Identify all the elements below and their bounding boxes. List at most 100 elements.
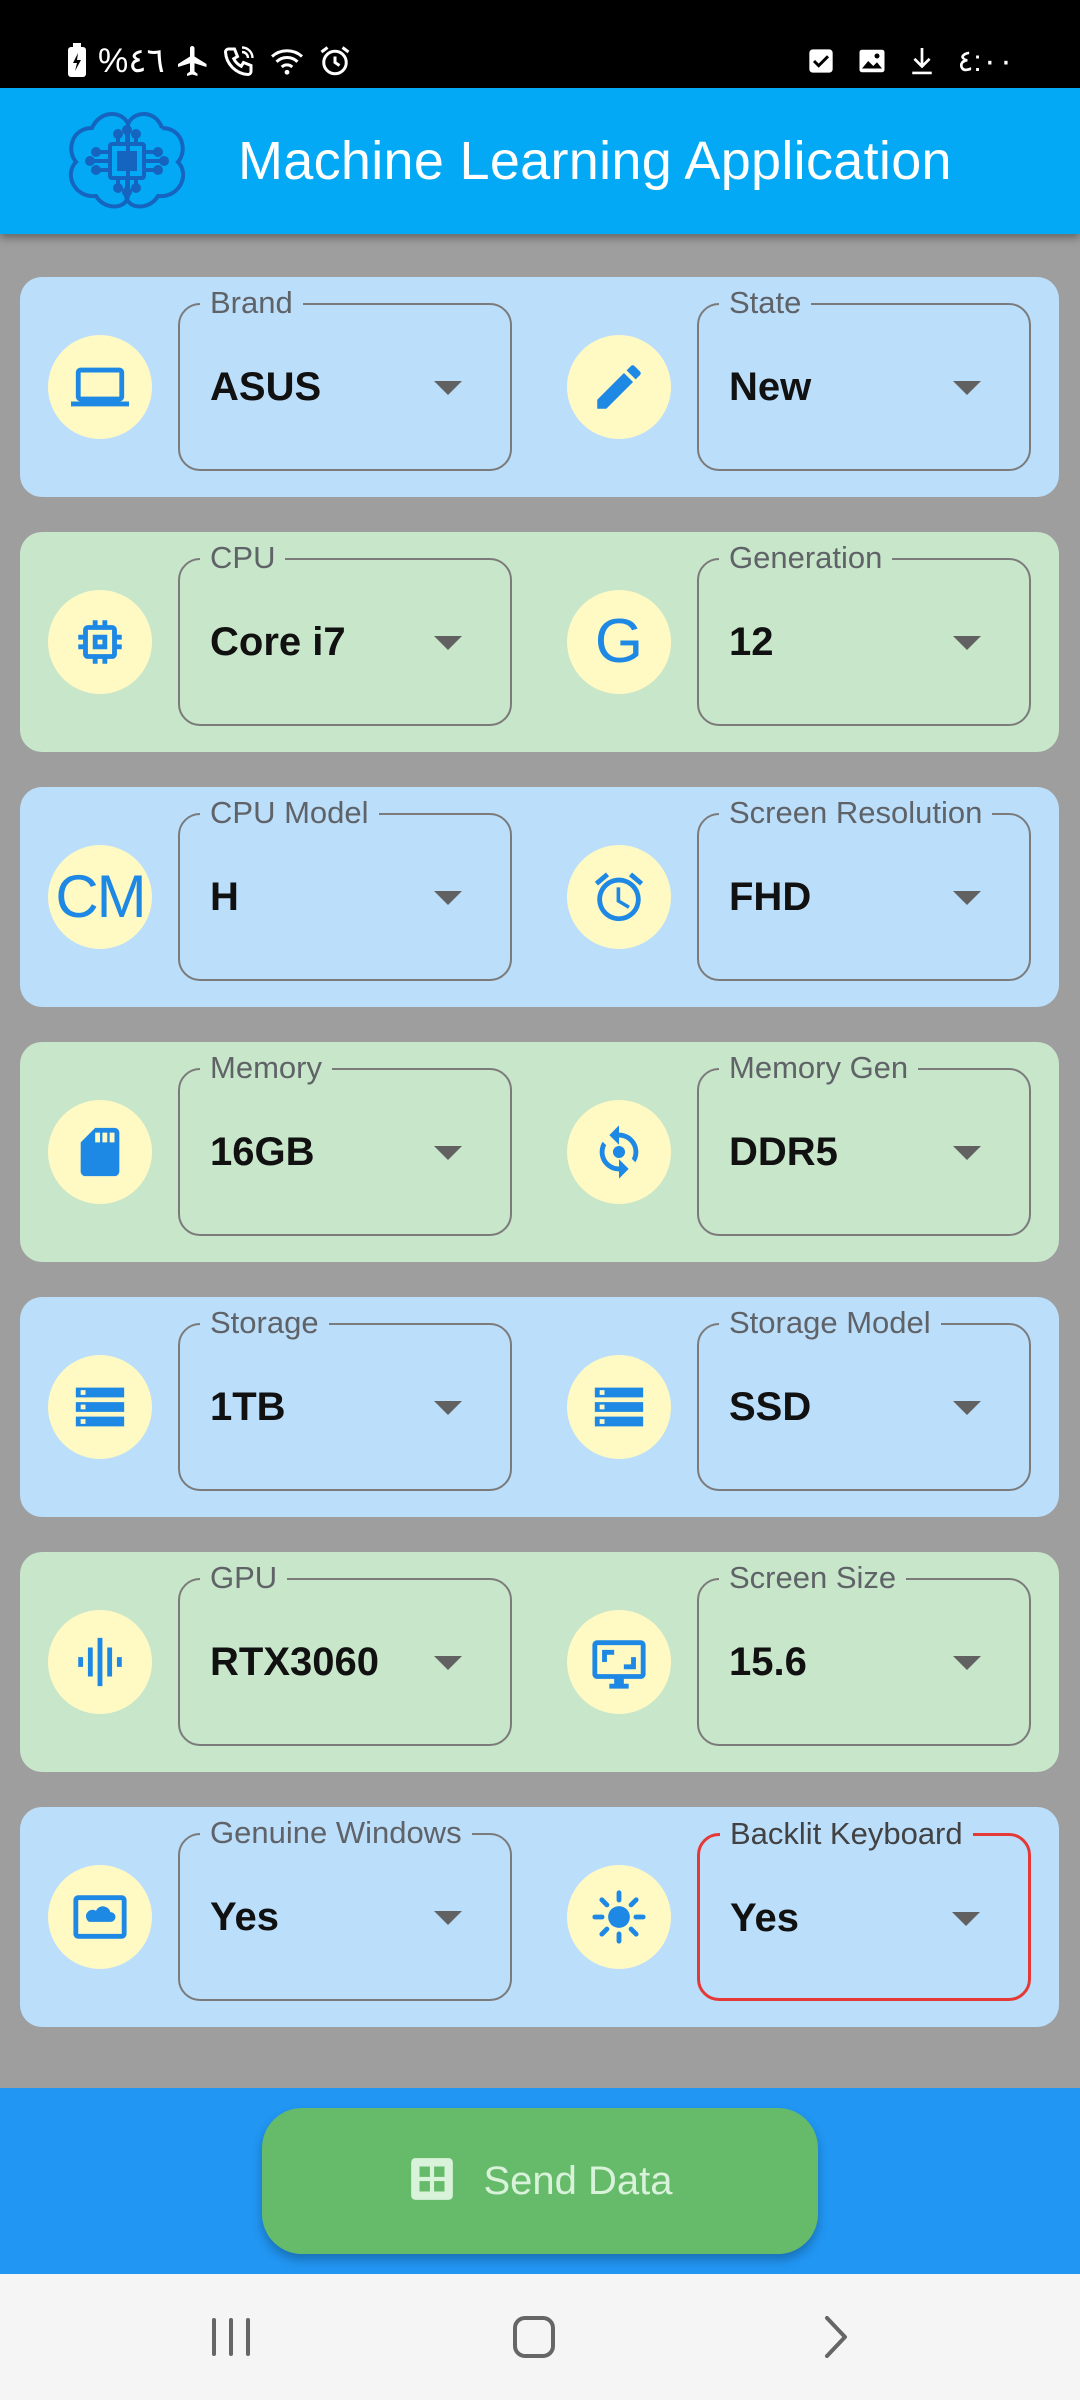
cpu-label: CPU: [200, 540, 286, 576]
screen-size-label: Screen Size: [719, 1560, 907, 1596]
app-title: Machine Learning Application: [238, 131, 952, 191]
genuine-windows-dropdown[interactable]: Genuine Windows Yes: [178, 1815, 512, 2001]
letters-cm-icon: CM: [48, 845, 152, 949]
airplane-icon: [175, 41, 211, 81]
form-row-cpu-model-resolution: CM CPU Model H Screen Resolution FHD: [20, 787, 1059, 1007]
alarm-clock-icon: [567, 845, 671, 949]
dropdown-arrow-icon: [953, 1656, 981, 1670]
dropdown-arrow-icon: [434, 1401, 462, 1415]
brand-label: Brand: [200, 285, 303, 321]
generation-dropdown[interactable]: Generation 12: [697, 540, 1031, 726]
send-data-label: Send Data: [483, 2158, 673, 2203]
storage-icon: [48, 1355, 152, 1459]
download-icon: [909, 41, 935, 81]
letter-g-icon: G: [567, 590, 671, 694]
cpu-model-label: CPU Model: [200, 795, 379, 831]
memory-value: 16GB: [210, 1130, 315, 1174]
monitor-icon: [567, 1610, 671, 1714]
home-icon[interactable]: [494, 2304, 574, 2370]
backlit-keyboard-label: Backlit Keyboard: [720, 1816, 973, 1852]
laptop-icon: [48, 335, 152, 439]
wifi-icon: [267, 41, 307, 81]
dropdown-arrow-icon: [434, 1656, 462, 1670]
form-row-memory: Memory 16GB Memory Gen DDR5: [20, 1042, 1059, 1262]
state-dropdown[interactable]: State New: [697, 285, 1031, 471]
dropdown-arrow-icon: [953, 1401, 981, 1415]
form-content: Brand ASUS State New CPU Core i7 G Gener…: [0, 234, 1080, 2088]
app-bar: Machine Learning Application: [0, 88, 1080, 234]
storage-model-dropdown[interactable]: Storage Model SSD: [697, 1305, 1031, 1491]
wifi-call-icon: [221, 41, 257, 81]
generation-value: 12: [729, 620, 774, 664]
screen-resolution-label: Screen Resolution: [719, 795, 993, 831]
memory-dropdown[interactable]: Memory 16GB: [178, 1050, 512, 1236]
cpu-value: Core i7: [210, 620, 346, 664]
grid-icon: [407, 2154, 457, 2209]
form-row-storage: Storage 1TB Storage Model SSD: [20, 1297, 1059, 1517]
screen-size-dropdown[interactable]: Screen Size 15.6: [697, 1560, 1031, 1746]
gpu-value: RTX3060: [210, 1640, 379, 1684]
dropdown-arrow-icon: [952, 1912, 980, 1926]
storage-value: 1TB: [210, 1385, 286, 1429]
cpu-model-value: H: [210, 875, 239, 919]
rotate-icon: [567, 1100, 671, 1204]
dropdown-arrow-icon: [434, 636, 462, 650]
cpu-chip-icon: [48, 590, 152, 694]
dropdown-arrow-icon: [434, 381, 462, 395]
form-row-brand-state: Brand ASUS State New: [20, 277, 1059, 497]
storage-model-label: Storage Model: [719, 1305, 941, 1341]
graphic-eq-icon: [48, 1610, 152, 1714]
screen-size-value: 15.6: [729, 1640, 807, 1684]
cloud-screen-icon: [48, 1865, 152, 1969]
storage-icon: [567, 1355, 671, 1459]
image-notification-icon: [857, 41, 887, 81]
memory-gen-value: DDR5: [729, 1130, 838, 1174]
dropdown-arrow-icon: [434, 1146, 462, 1160]
cpu-model-dropdown[interactable]: CPU Model H: [178, 795, 512, 981]
generation-label: Generation: [719, 540, 893, 576]
memory-gen-dropdown[interactable]: Memory Gen DDR5: [697, 1050, 1031, 1236]
memory-gen-label: Memory Gen: [719, 1050, 919, 1086]
genuine-windows-label: Genuine Windows: [200, 1815, 472, 1851]
pencil-icon: [567, 335, 671, 439]
dropdown-arrow-icon: [953, 381, 981, 395]
bottom-bar: Send Data: [0, 2088, 1080, 2274]
status-bar-right: ٤:٠٠: [807, 36, 1014, 86]
state-label: State: [719, 285, 812, 321]
checkbox-notification-icon: [807, 41, 835, 81]
dropdown-arrow-icon: [953, 891, 981, 905]
memory-label: Memory: [200, 1050, 332, 1086]
genuine-windows-value: Yes: [210, 1895, 279, 1939]
dropdown-arrow-icon: [953, 636, 981, 650]
status-bar: %٤٦ ٤:٠٠: [0, 0, 1080, 88]
backlit-keyboard-value: Yes: [730, 1896, 799, 1940]
battery-icon: [66, 41, 88, 81]
recents-icon[interactable]: [191, 2304, 271, 2370]
dropdown-arrow-icon: [434, 891, 462, 905]
dropdown-arrow-icon: [434, 1911, 462, 1925]
more-notifications-text: ٤:٠٠: [957, 44, 1014, 78]
alarm-icon: [317, 41, 353, 81]
brand-value: ASUS: [210, 365, 322, 409]
backlit-keyboard-dropdown[interactable]: Backlit Keyboard Yes: [697, 1816, 1031, 2001]
brightness-icon: [567, 1865, 671, 1969]
brand-dropdown[interactable]: Brand ASUS: [178, 285, 512, 471]
storage-model-value: SSD: [729, 1385, 812, 1429]
system-nav-bar: [0, 2274, 1080, 2400]
send-data-button[interactable]: Send Data: [262, 2108, 818, 2254]
battery-percent-text: %٤٦: [98, 42, 165, 80]
screen-resolution-dropdown[interactable]: Screen Resolution FHD: [697, 795, 1031, 981]
form-row-windows-keyboard: Genuine Windows Yes Backlit Keyboard Yes: [20, 1807, 1059, 2027]
form-row-cpu-generation: CPU Core i7 G Generation 12: [20, 532, 1059, 752]
dropdown-arrow-icon: [953, 1146, 981, 1160]
back-icon[interactable]: [796, 2304, 876, 2370]
circuit-brain-icon: [52, 100, 202, 224]
state-value: New: [729, 365, 812, 409]
sd-card-icon: [48, 1100, 152, 1204]
form-row-gpu-screen-size: GPU RTX3060 Screen Size 15.6: [20, 1552, 1059, 1772]
gpu-dropdown[interactable]: GPU RTX3060: [178, 1560, 512, 1746]
screen-resolution-value: FHD: [729, 875, 812, 919]
storage-label: Storage: [200, 1305, 329, 1341]
storage-dropdown[interactable]: Storage 1TB: [178, 1305, 512, 1491]
cpu-dropdown[interactable]: CPU Core i7: [178, 540, 512, 726]
